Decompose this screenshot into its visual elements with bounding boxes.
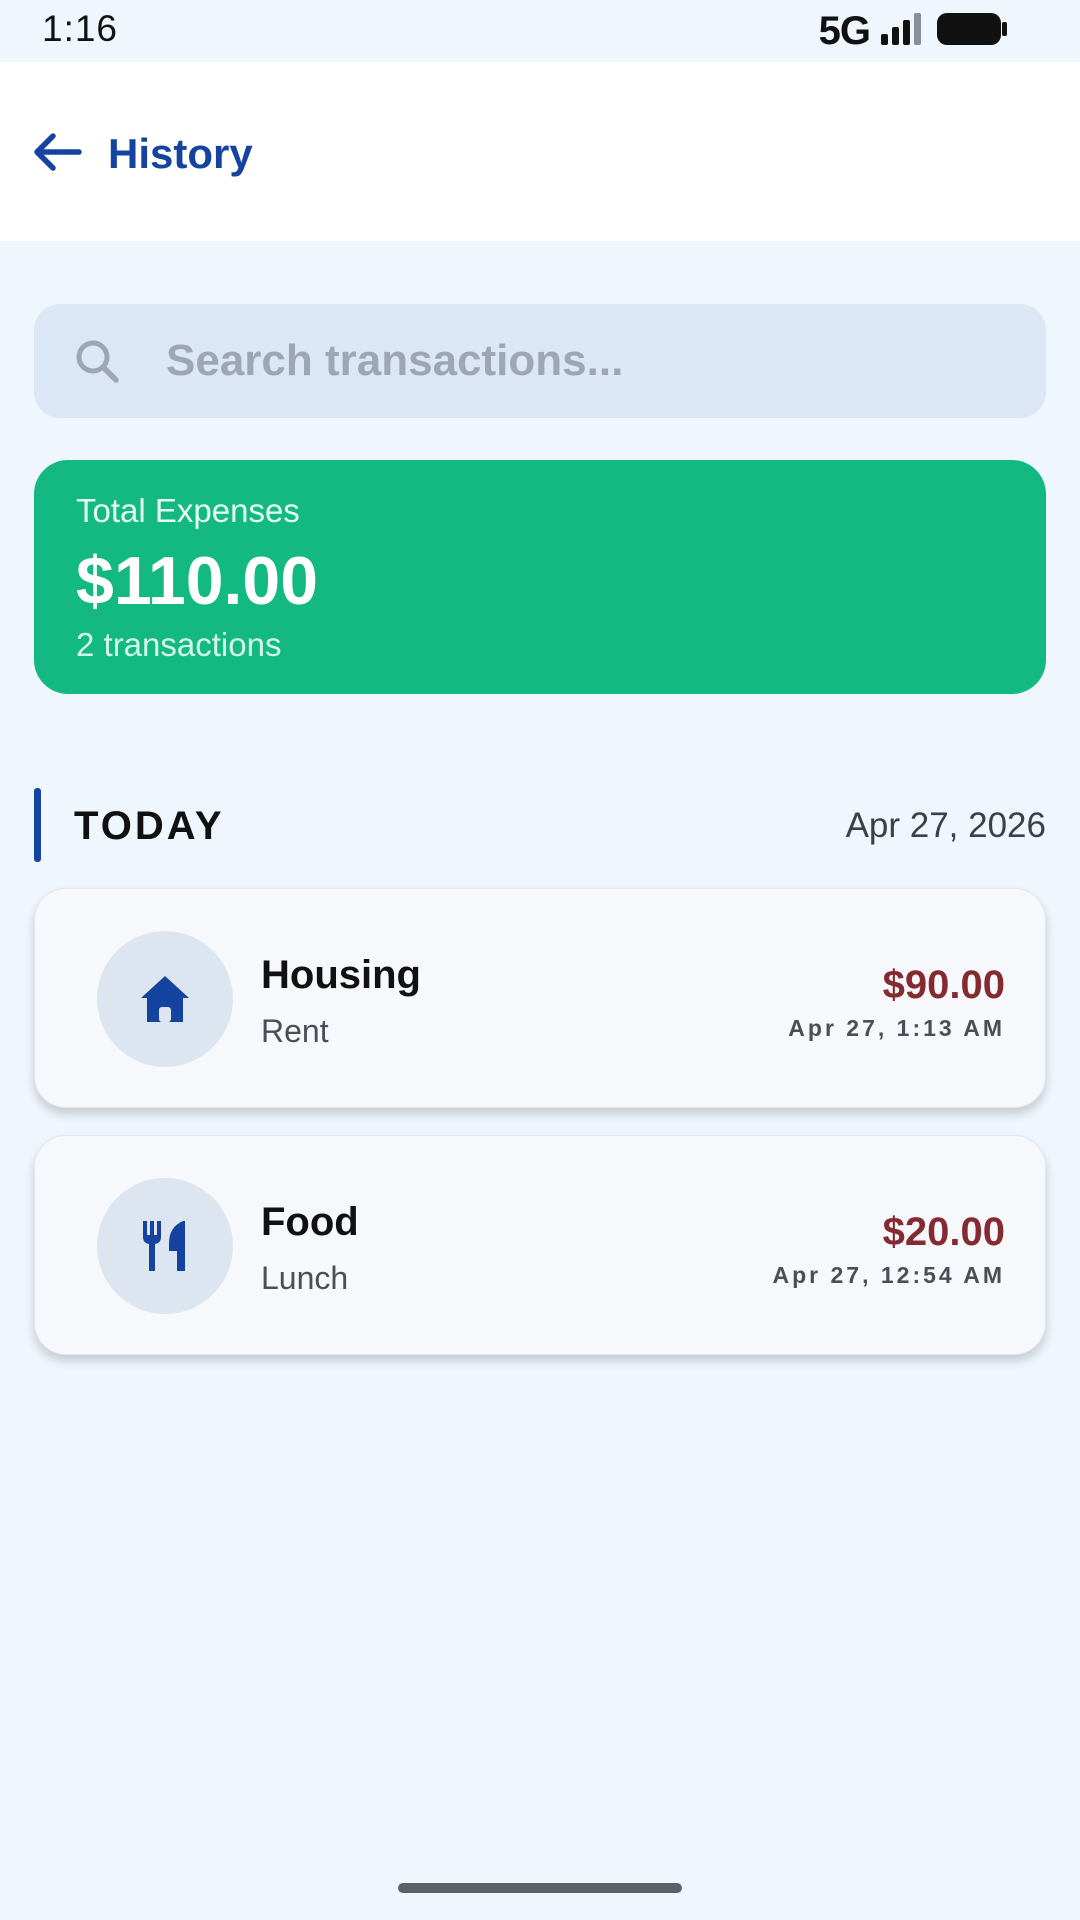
section-date: Apr 27, 2026 <box>845 806 1046 845</box>
section-title: TODAY <box>74 804 225 848</box>
status-icons: 5G <box>818 8 1008 53</box>
utensils-icon <box>143 1221 185 1271</box>
total-expenses-card: Total Expenses $110.00 2 transactions <box>34 460 1046 694</box>
status-bar: 1:16 5G <box>0 0 1080 62</box>
transaction-category: Food <box>261 1200 359 1244</box>
app-bar: History <box>0 62 1080 241</box>
search-icon <box>76 340 119 383</box>
status-time: 1:16 <box>42 8 119 49</box>
transaction-note: Lunch <box>261 1260 349 1296</box>
back-button[interactable] <box>22 122 92 182</box>
page-title: History <box>108 130 253 177</box>
transaction-time: Apr 27, 12:54 AM <box>772 1262 1005 1288</box>
signal-icon <box>880 12 926 51</box>
category-icon-circle <box>97 931 233 1067</box>
total-expenses-label: Total Expenses <box>76 492 300 529</box>
home-indicator[interactable] <box>398 1883 682 1893</box>
transaction-item-food[interactable]: Food Lunch $20.00 Apr 27, 12:54 AM <box>34 1135 1046 1355</box>
transaction-count: 2 transactions <box>76 626 282 663</box>
transaction-amount: $20.00 <box>882 1210 1005 1254</box>
section-accent-bar <box>34 788 41 862</box>
transaction-category: Housing <box>261 953 421 997</box>
house-icon <box>141 976 189 1022</box>
battery-icon <box>936 11 1008 52</box>
total-expenses-amount: $110.00 <box>76 543 319 619</box>
search-placeholder: Search transactions... <box>166 336 624 385</box>
transaction-item-housing[interactable]: Housing Rent $90.00 Apr 27, 1:13 AM <box>34 888 1046 1108</box>
section-header-today: TODAY Apr 27, 2026 <box>34 788 1046 862</box>
search-input[interactable]: Search transactions... <box>34 304 1046 418</box>
transaction-time: Apr 27, 1:13 AM <box>788 1015 1005 1041</box>
transaction-amount: $90.00 <box>882 963 1005 1007</box>
arrow-left-icon <box>34 133 82 171</box>
transaction-note: Rent <box>261 1013 329 1049</box>
category-icon-circle <box>97 1178 233 1314</box>
network-type: 5G <box>818 8 871 53</box>
